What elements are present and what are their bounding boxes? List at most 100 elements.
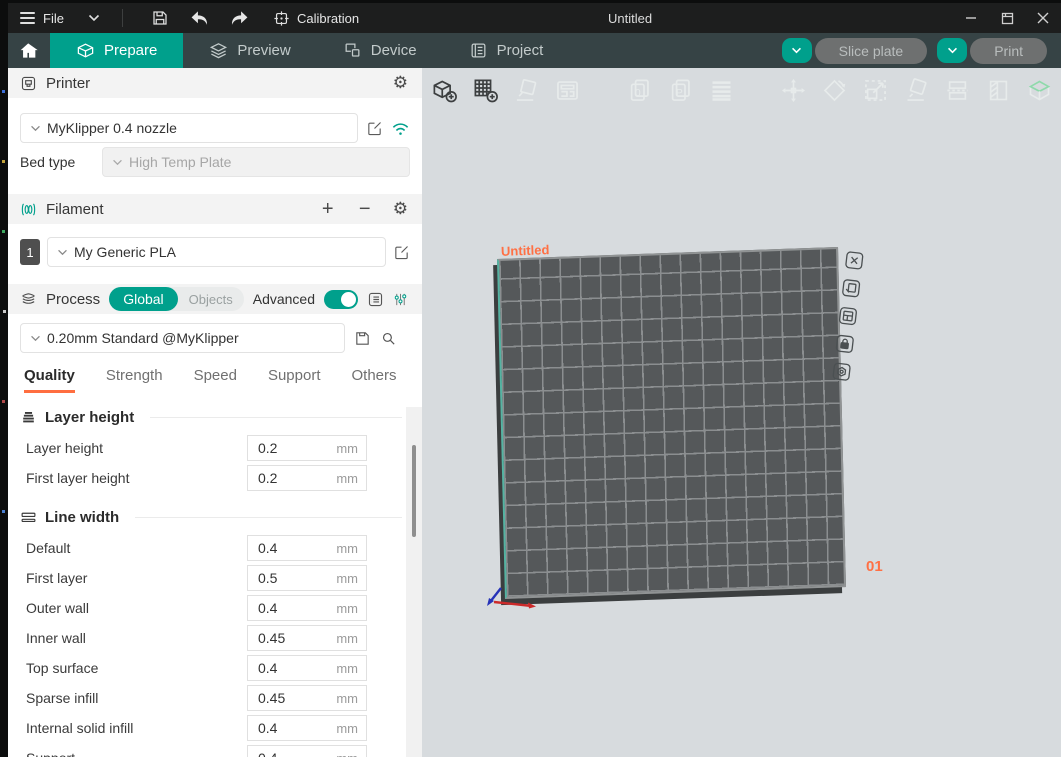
setting-tab-others[interactable]: Others bbox=[352, 367, 397, 393]
slice-plate-button[interactable]: Slice plate bbox=[815, 38, 928, 64]
section-header-line-width: Line width bbox=[20, 503, 402, 531]
setting-tab-speed[interactable]: Speed bbox=[194, 367, 237, 393]
auto-orient-icon bbox=[512, 76, 540, 104]
calibration-button[interactable]: Calibration bbox=[273, 10, 359, 27]
titlebar-divider bbox=[122, 9, 123, 27]
plate-number-label: 01 bbox=[866, 558, 883, 575]
setting-unit: mm bbox=[336, 471, 358, 486]
slice-options-dropdown[interactable] bbox=[782, 38, 812, 63]
home-button[interactable] bbox=[8, 33, 50, 68]
process-section-title: Process bbox=[46, 291, 100, 308]
undo-button[interactable] bbox=[185, 6, 215, 30]
filament-preset-select[interactable]: My Generic PLA bbox=[47, 237, 386, 267]
calibration-label: Calibration bbox=[297, 11, 359, 26]
setting-input[interactable] bbox=[248, 599, 318, 617]
redo-button[interactable] bbox=[225, 6, 255, 30]
file-menu-button[interactable]: File bbox=[20, 9, 64, 27]
bed-type-select[interactable]: High Temp Plate bbox=[102, 147, 410, 177]
setting-input[interactable] bbox=[248, 689, 318, 707]
filament-section-header: Filament + − ⚙ bbox=[8, 194, 422, 224]
arrange-plate-icon[interactable] bbox=[836, 304, 859, 327]
add-plate-icon[interactable] bbox=[471, 76, 499, 104]
svg-text:0: 0 bbox=[635, 88, 641, 99]
maximize-button[interactable] bbox=[989, 3, 1025, 33]
scope-objects-option[interactable]: Objects bbox=[178, 287, 244, 311]
process-section-header: Process Global Objects Advanced bbox=[8, 284, 422, 314]
color-painting-icon bbox=[984, 76, 1012, 104]
printer-preset-select[interactable]: MyKlipper 0.4 nozzle bbox=[20, 113, 358, 143]
setting-row: Outer wallmm bbox=[8, 593, 422, 623]
search-settings-icon[interactable] bbox=[380, 330, 397, 347]
edit-printer-icon[interactable] bbox=[366, 120, 383, 137]
save-button[interactable] bbox=[145, 6, 175, 30]
setting-unit: mm bbox=[336, 631, 358, 646]
tab-prepare-label: Prepare bbox=[104, 42, 157, 59]
filament-settings-gear-icon[interactable]: ⚙ bbox=[393, 199, 408, 219]
tab-project[interactable]: Project bbox=[449, 33, 564, 68]
advanced-toggle[interactable] bbox=[324, 290, 358, 309]
settings-scrollbar-thumb[interactable] bbox=[412, 445, 416, 537]
add-model-icon[interactable] bbox=[430, 76, 458, 104]
setting-input[interactable] bbox=[248, 469, 318, 487]
process-preset-select[interactable]: 0.20mm Standard @MyKlipper bbox=[20, 323, 345, 353]
setting-input[interactable] bbox=[248, 719, 318, 737]
place-on-face-icon bbox=[902, 76, 930, 104]
setting-unit: mm bbox=[336, 661, 358, 676]
lock-plate-icon[interactable] bbox=[833, 332, 856, 355]
tab-device[interactable]: Device bbox=[323, 33, 437, 68]
setting-input-box: mm bbox=[247, 745, 367, 757]
orient-plate-icon[interactable] bbox=[840, 277, 863, 300]
add-filament-button[interactable]: + bbox=[319, 199, 337, 219]
setting-label: First layer bbox=[26, 570, 247, 586]
process-scope-toggle[interactable]: Global Objects bbox=[109, 287, 244, 311]
close-button[interactable] bbox=[1025, 3, 1061, 33]
tab-prepare[interactable]: Prepare bbox=[50, 33, 183, 68]
setting-row: Internal solid infillmm bbox=[8, 713, 422, 743]
printer-preset-value: MyKlipper 0.4 nozzle bbox=[47, 120, 177, 136]
split-parts-icon: P bbox=[666, 76, 694, 104]
setting-input[interactable] bbox=[248, 539, 318, 557]
setting-row: First layer heightmm bbox=[8, 463, 422, 493]
line-width-icon bbox=[20, 509, 37, 526]
setting-unit: mm bbox=[336, 441, 358, 456]
titlebar: File Calibration bbox=[8, 3, 1061, 33]
prepare-icon bbox=[76, 41, 95, 60]
project-icon bbox=[469, 41, 488, 60]
plate-settings-icon[interactable] bbox=[830, 360, 853, 383]
setting-input[interactable] bbox=[248, 659, 318, 677]
setting-input[interactable] bbox=[248, 629, 318, 647]
file-menu-chevron-icon[interactable] bbox=[88, 14, 100, 22]
scope-global-option[interactable]: Global bbox=[109, 287, 177, 311]
calibration-icon bbox=[273, 10, 290, 27]
delete-plate-icon[interactable] bbox=[843, 249, 866, 272]
objects-list-icon[interactable] bbox=[367, 291, 384, 308]
setting-tab-support[interactable]: Support bbox=[268, 367, 321, 393]
setting-input-box: mm bbox=[247, 595, 367, 621]
device-icon bbox=[343, 41, 362, 60]
setting-label: Default bbox=[26, 540, 247, 556]
process-preset-value: 0.20mm Standard @MyKlipper bbox=[47, 330, 239, 346]
edit-filament-icon[interactable] bbox=[393, 244, 410, 261]
settings-scrollbar-track[interactable] bbox=[406, 407, 422, 757]
print-button[interactable]: Print bbox=[970, 38, 1047, 64]
filament-preset-value: My Generic PLA bbox=[74, 244, 176, 260]
parameters-icon[interactable] bbox=[393, 291, 408, 308]
setting-tab-quality[interactable]: Quality bbox=[24, 367, 75, 393]
minimize-button[interactable] bbox=[953, 3, 989, 33]
setting-input[interactable] bbox=[248, 569, 318, 587]
tab-preview-label: Preview bbox=[237, 42, 290, 59]
setting-input[interactable] bbox=[248, 439, 318, 457]
viewport-3d[interactable]: 0PTa Untitled 01 bbox=[422, 68, 1061, 757]
build-plate[interactable] bbox=[497, 247, 846, 599]
setting-label: Outer wall bbox=[26, 600, 247, 616]
printer-settings-gear-icon[interactable]: ⚙ bbox=[393, 73, 408, 93]
setting-tab-strength[interactable]: Strength bbox=[106, 367, 163, 393]
setting-unit: mm bbox=[336, 691, 358, 706]
filament-slot-badge: 1 bbox=[20, 239, 40, 265]
print-options-dropdown[interactable] bbox=[937, 38, 967, 63]
save-preset-icon[interactable] bbox=[354, 330, 371, 347]
setting-input[interactable] bbox=[248, 749, 318, 757]
tab-preview[interactable]: Preview bbox=[189, 33, 310, 68]
remove-filament-button[interactable]: − bbox=[356, 199, 374, 219]
printer-connection-wifi-icon[interactable] bbox=[391, 121, 410, 136]
